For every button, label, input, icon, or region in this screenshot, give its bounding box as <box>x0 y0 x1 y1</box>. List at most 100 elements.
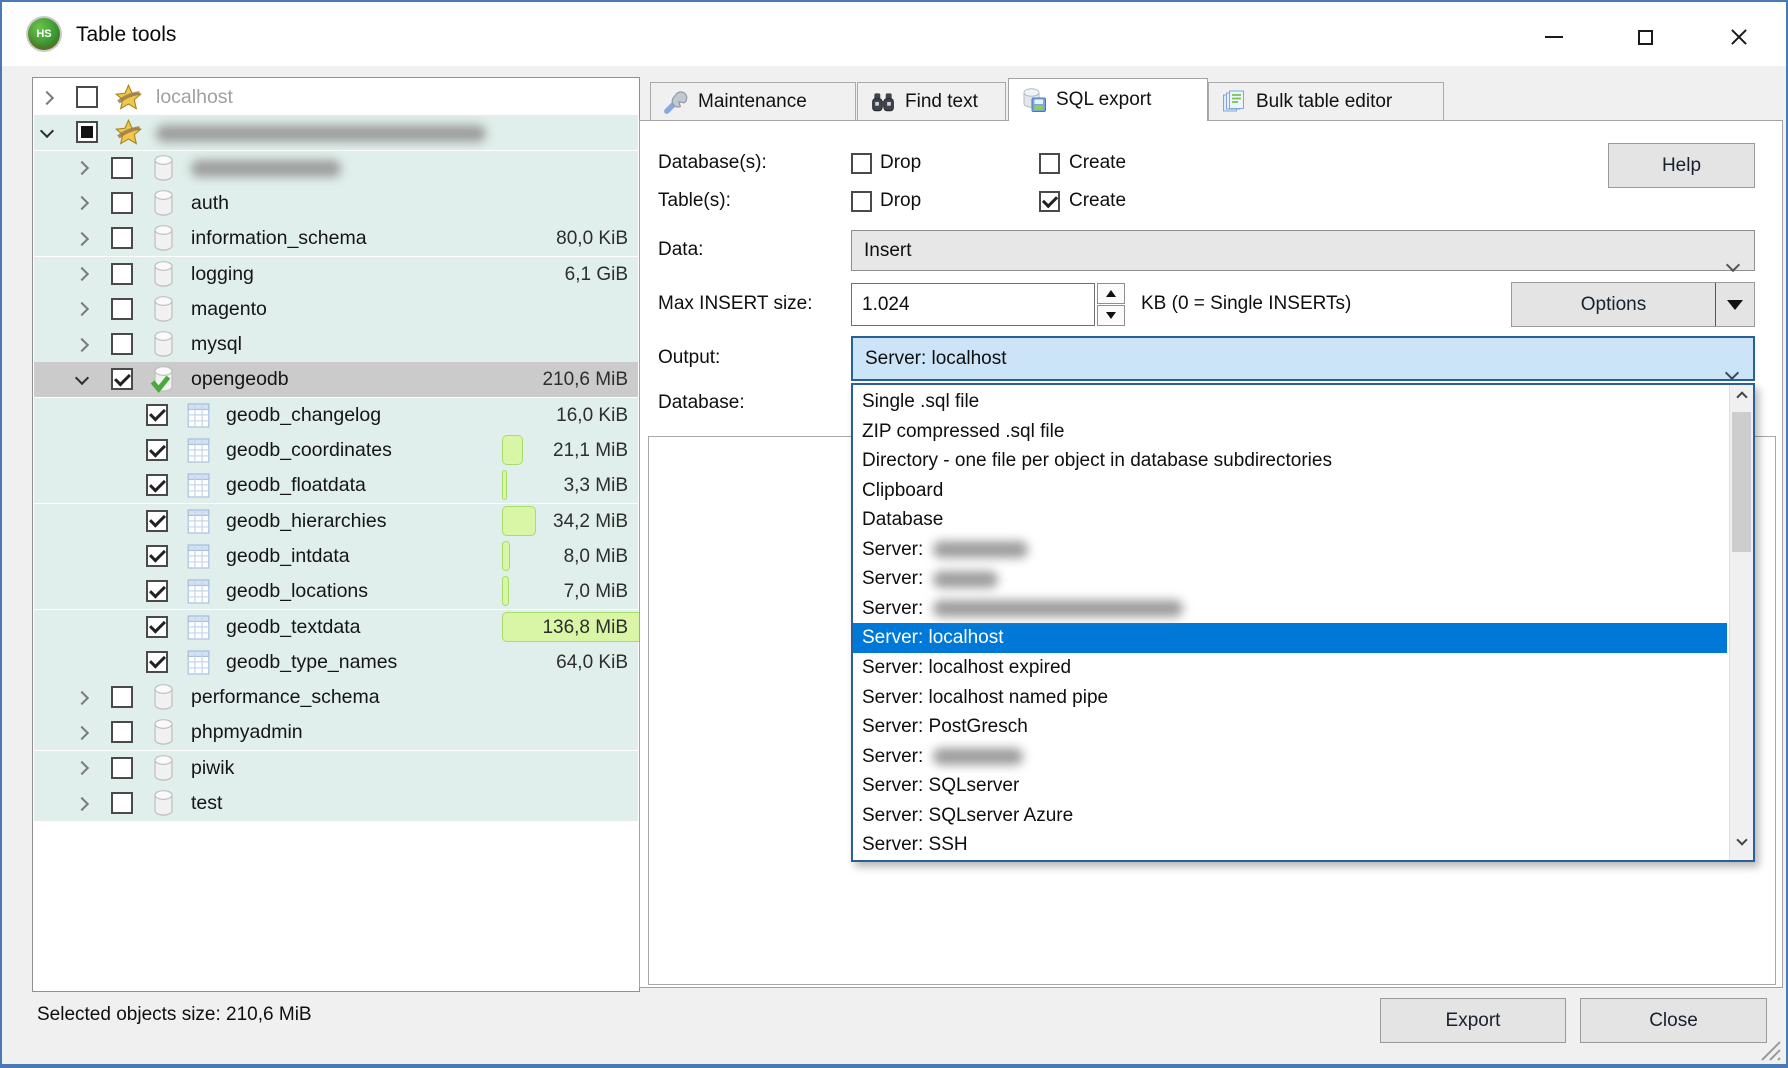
expand-chevron-icon[interactable] <box>77 186 87 221</box>
tree-row-geodb_locations[interactable]: geodb_locations7,0 MiB <box>34 574 638 609</box>
database-tree[interactable]: localhost authinformation_schema80,0 KiBl… <box>32 77 640 992</box>
options-button[interactable]: Options <box>1512 283 1715 326</box>
dropdown-item[interactable]: Clipboard <box>853 476 1727 506</box>
close-dialog-button[interactable]: Close <box>1580 998 1767 1043</box>
tree-checkbox[interactable] <box>111 157 133 179</box>
dropdown-item[interactable]: Server: <box>853 564 1727 594</box>
tree-checkbox[interactable] <box>111 263 133 285</box>
tab-find-text[interactable]: Find text <box>857 82 1006 121</box>
tree-checkbox[interactable] <box>111 227 133 249</box>
tree-checkbox[interactable] <box>111 792 133 814</box>
expand-chevron-icon[interactable] <box>77 151 87 186</box>
scroll-up-icon[interactable] <box>1730 387 1753 413</box>
export-button[interactable]: Export <box>1380 998 1566 1043</box>
tree-row-geodb_floatdata[interactable]: geodb_floatdata3,3 MiB <box>34 468 638 503</box>
stepper-down-button[interactable] <box>1097 305 1125 326</box>
collapse-chevron-icon[interactable] <box>42 115 52 150</box>
tab-bulk-table-editor[interactable]: Bulk table editor <box>1208 82 1444 121</box>
tree-row-logging[interactable]: logging6,1 GiB <box>34 257 638 292</box>
expand-chevron-icon[interactable] <box>77 786 87 821</box>
expand-chevron-icon[interactable] <box>77 327 87 362</box>
max-insert-size-stepper <box>1097 283 1125 326</box>
tree-row-information_schema[interactable]: information_schema80,0 KiB <box>34 221 638 256</box>
output-combobox[interactable]: Server: localhost <box>851 336 1755 381</box>
tables-drop-checkbox[interactable] <box>851 191 872 212</box>
tree-checkbox[interactable] <box>146 439 168 461</box>
dropdown-scrollbar[interactable] <box>1729 385 1753 860</box>
tree-row-geodb_coordinates[interactable]: geodb_coordinates21,1 MiB <box>34 433 638 468</box>
expand-chevron-icon[interactable] <box>77 751 87 786</box>
tree-row-mysql[interactable]: mysql <box>34 327 638 362</box>
tree-checkbox[interactable] <box>76 86 98 108</box>
resize-grip[interactable] <box>1752 1032 1782 1062</box>
dropdown-item[interactable]: Server: localhost expired <box>853 653 1727 683</box>
dropdown-item[interactable]: Server: localhost named pipe <box>853 683 1727 713</box>
tree-checkbox[interactable] <box>146 545 168 567</box>
maximize-button[interactable] <box>1622 18 1668 56</box>
tree-checkbox[interactable] <box>111 298 133 320</box>
dropdown-item[interactable]: Directory - one file per object in datab… <box>853 446 1727 476</box>
expand-chevron-icon[interactable] <box>77 680 87 715</box>
tree-checkbox[interactable] <box>111 686 133 708</box>
tree-row[interactable] <box>34 151 638 186</box>
tree-checkbox[interactable] <box>111 368 133 390</box>
close-button[interactable] <box>1716 18 1762 56</box>
tree-checkbox[interactable] <box>146 510 168 532</box>
tables-create-checkbox[interactable] <box>1039 191 1060 212</box>
dropdown-item[interactable]: Database <box>853 505 1727 535</box>
dropdown-item[interactable]: Server: <box>853 535 1727 565</box>
tree-checkbox[interactable] <box>146 616 168 638</box>
scrollbar-thumb[interactable] <box>1732 412 1751 552</box>
expand-chevron-icon[interactable] <box>77 292 87 327</box>
tab-maintenance[interactable]: Maintenance <box>650 82 856 121</box>
tree-row-geodb_changelog[interactable]: geodb_changelog16,0 KiB <box>34 398 638 433</box>
dropdown-item[interactable]: Server: SQLserver <box>853 771 1727 801</box>
tree-checkbox[interactable] <box>146 651 168 673</box>
tree-checkbox[interactable] <box>76 121 98 143</box>
data-combobox[interactable]: Insert <box>851 230 1755 271</box>
databases-drop-checkbox[interactable] <box>851 153 872 174</box>
tree-checkbox[interactable] <box>146 474 168 496</box>
dropdown-item[interactable]: Server: <box>853 742 1727 772</box>
tree-row-magento[interactable]: magento <box>34 292 638 327</box>
dropdown-item[interactable]: Single .sql file <box>853 387 1727 417</box>
tree-row-opengeodb[interactable]: opengeodb210,6 MiB <box>34 362 638 397</box>
dropdown-item[interactable]: ZIP compressed .sql file <box>853 417 1727 447</box>
tree-checkbox[interactable] <box>111 192 133 214</box>
dropdown-item[interactable]: Server: PostGresch <box>853 712 1727 742</box>
dropdown-item[interactable]: Server: <box>853 594 1727 624</box>
dropdown-item[interactable]: Server: SSH <box>853 830 1727 860</box>
databases-create-checkbox[interactable] <box>1039 153 1060 174</box>
tree-row-performance_schema[interactable]: performance_schema <box>34 680 638 715</box>
tree-checkbox[interactable] <box>111 721 133 743</box>
minimize-button[interactable] <box>1531 18 1577 56</box>
tree-checkbox[interactable] <box>146 404 168 426</box>
tree-checkbox[interactable] <box>111 757 133 779</box>
stepper-up-button[interactable] <box>1097 283 1125 304</box>
dropdown-item[interactable]: Server: SQLserver Azure <box>853 801 1727 831</box>
max-insert-size-input[interactable] <box>851 283 1095 326</box>
expand-chevron-icon[interactable] <box>77 221 87 256</box>
tree-row[interactable] <box>34 115 638 150</box>
tree-row-geodb_textdata[interactable]: geodb_textdata136,8 MiB <box>34 610 638 645</box>
tree-row-auth[interactable]: auth <box>34 186 638 221</box>
tree-row-phpmyadmin[interactable]: phpmyadmin <box>34 715 638 750</box>
dropdown-item-selected[interactable]: Server: localhost <box>853 623 1727 653</box>
scroll-down-icon[interactable] <box>1730 832 1753 858</box>
expand-chevron-icon[interactable] <box>77 257 87 292</box>
tree-row-geodb_type_names[interactable]: geodb_type_names64,0 KiB <box>34 645 638 680</box>
collapse-chevron-icon[interactable] <box>77 362 87 397</box>
options-dropdown-button[interactable] <box>1715 283 1754 326</box>
expand-chevron-icon[interactable] <box>77 715 87 750</box>
tree-row-geodb_hierarchies[interactable]: geodb_hierarchies34,2 MiB <box>34 504 638 539</box>
help-button[interactable]: Help <box>1608 143 1755 188</box>
tree-row-piwik[interactable]: piwik <box>34 751 638 786</box>
tree-row-localhost[interactable]: localhost <box>34 80 638 115</box>
tree-checkbox[interactable] <box>111 333 133 355</box>
expand-chevron-icon[interactable] <box>42 80 52 115</box>
tab-sql-export[interactable]: SQL export <box>1008 78 1208 121</box>
tree-row-test[interactable]: test <box>34 786 638 821</box>
tree-row-geodb_intdata[interactable]: geodb_intdata8,0 MiB <box>34 539 638 574</box>
output-dropdown-list[interactable]: Server: SSHServer: SQLserver AzureServer… <box>851 383 1755 862</box>
tree-checkbox[interactable] <box>146 580 168 602</box>
